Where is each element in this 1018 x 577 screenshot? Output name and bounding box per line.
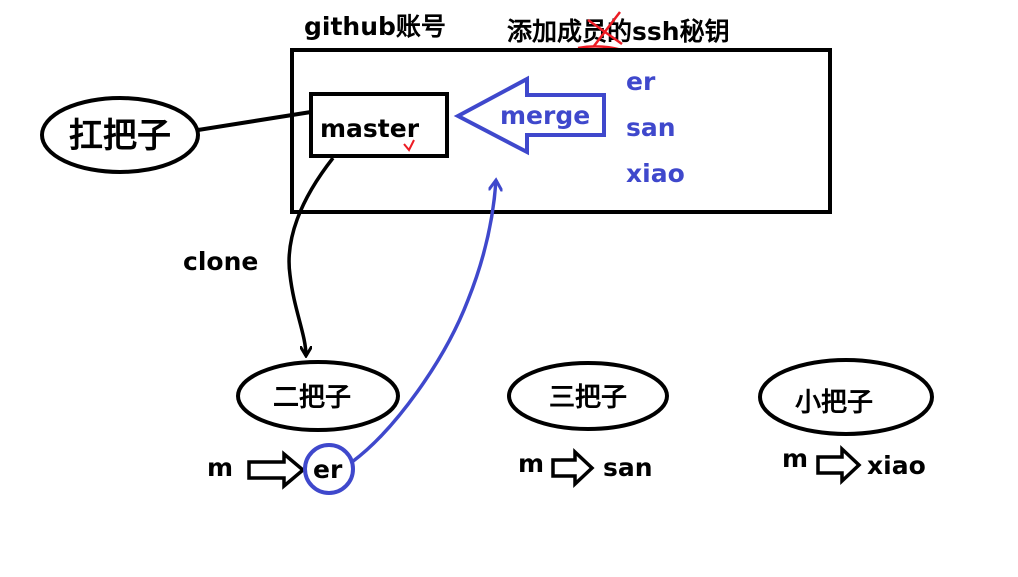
member-name-san: 三把子 bbox=[549, 383, 627, 413]
owner-label: 扛把子 bbox=[69, 116, 171, 156]
branch-arrow-san bbox=[551, 447, 595, 489]
member-local-branch-xiao: m bbox=[782, 444, 808, 473]
owner-to-master-link bbox=[197, 110, 312, 132]
git-collaboration-diagram: github账号 添加成员的ssh秘钥 master merge er san … bbox=[40, 11, 934, 495]
branch-arrow-xiao bbox=[816, 444, 862, 486]
ssh-key-er: er bbox=[626, 67, 656, 96]
member-local-branch-san: m bbox=[518, 449, 544, 478]
ssh-label-suffix: 的ssh秘钥 bbox=[607, 17, 730, 46]
ssh-keys-label: 添加成员的ssh秘钥 bbox=[507, 11, 730, 52]
member-remote-branch-xiao: xiao bbox=[867, 451, 926, 480]
member-name-xiao: 小把子 bbox=[795, 388, 873, 418]
ssh-key-san: san bbox=[626, 113, 676, 142]
branch-arrow-er bbox=[247, 450, 306, 490]
member-name-er: 二把子 bbox=[273, 383, 351, 413]
ssh-label-prefix: 添加 bbox=[507, 17, 557, 46]
merge-label: merge bbox=[500, 101, 590, 130]
clone-label: clone bbox=[183, 247, 258, 276]
member-remote-branch-san: san bbox=[603, 453, 653, 482]
member-local-branch-er: m bbox=[207, 453, 233, 482]
clone-arrow bbox=[287, 156, 335, 356]
github-account-label: github账号 bbox=[304, 12, 446, 41]
ssh-key-xiao: xiao bbox=[626, 159, 685, 188]
member-remote-branch-er: er bbox=[313, 455, 343, 484]
ssh-label-struck: 成员 bbox=[557, 17, 607, 46]
master-branch-label: master bbox=[320, 114, 420, 143]
